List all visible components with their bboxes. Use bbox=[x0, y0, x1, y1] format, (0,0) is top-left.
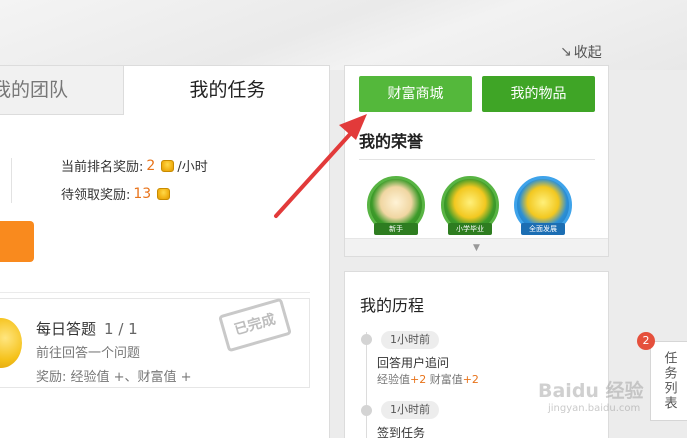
exp-label: 经验值 bbox=[377, 373, 410, 386]
watermark-url: jingyan.baidu.com bbox=[548, 403, 641, 414]
timeline-time: 1小时前 bbox=[381, 401, 439, 419]
history-title: 我的历程 bbox=[360, 296, 425, 315]
my-items-button[interactable]: 我的物品 bbox=[482, 76, 595, 112]
collapse-label: 收起 bbox=[573, 45, 602, 61]
timeline-action: 回答用户追问 bbox=[377, 356, 450, 370]
task-list-tab[interactable]: 任务列表 bbox=[650, 341, 687, 421]
pending-reward-row: 待领取奖励: 13 bbox=[61, 184, 173, 203]
pending-reward-label: 待领取奖励: bbox=[61, 188, 131, 203]
claim-reward-button[interactable] bbox=[0, 221, 34, 262]
tab-my-team-label: 我的团队 bbox=[0, 79, 69, 101]
coin-icon bbox=[157, 187, 171, 200]
wealth-value: +2 bbox=[462, 373, 479, 386]
daily-task-description[interactable]: 前往回答一个问题 bbox=[36, 342, 140, 361]
triangle-down-icon: ▼ bbox=[473, 243, 480, 253]
medal-ribbon: 小学毕业 bbox=[448, 223, 492, 235]
tab-my-team[interactable]: 我的团队 bbox=[0, 66, 124, 115]
rank-reward-row: 当前排名奖励: 2 /小时 bbox=[61, 156, 208, 176]
pending-reward-value: 13 bbox=[133, 185, 152, 202]
tab-my-tasks[interactable]: 我的任务 bbox=[125, 66, 329, 115]
wealth-mall-button[interactable]: 财富商城 bbox=[359, 76, 472, 112]
medal-ribbon: 新手 bbox=[374, 223, 418, 235]
daily-task-reward: 奖励: 经验值 +、财富值 + bbox=[36, 370, 192, 385]
rank-reward-value: 2 bbox=[146, 157, 156, 174]
timeline-dot bbox=[361, 334, 372, 345]
task-tabs: 我的团队 我的任务 bbox=[0, 66, 329, 115]
collapse-link[interactable]: ↘ 收起 bbox=[560, 42, 602, 62]
task-count-badge: 2 bbox=[637, 332, 655, 350]
honor-title: 我的荣誉 bbox=[359, 132, 424, 151]
timeline-time: 1小时前 bbox=[381, 331, 439, 349]
honor-divider bbox=[359, 159, 595, 160]
rank-reward-unit: /小时 bbox=[177, 160, 208, 175]
coin-icon bbox=[161, 159, 175, 172]
section-divider bbox=[0, 292, 310, 293]
exp-value: +2 bbox=[410, 373, 427, 386]
expand-honor-button[interactable]: ▼ bbox=[345, 238, 608, 256]
side-panel: 财富商城 我的物品 我的荣誉 新手 小学毕业 全面发展 ▼ bbox=[344, 65, 609, 257]
timeline-rewards: 经验值+2 财富值+2 bbox=[377, 371, 479, 387]
wealth-label: 财富值 bbox=[429, 373, 463, 386]
divider bbox=[11, 158, 12, 203]
medal-newbie-icon[interactable]: 新手 bbox=[367, 176, 425, 235]
timeline-line bbox=[366, 332, 367, 438]
timeline-dot bbox=[361, 405, 372, 416]
watermark-logo: Baidu 经验 bbox=[538, 380, 644, 402]
medal-all-round-icon[interactable]: 全面发展 bbox=[514, 176, 572, 235]
timeline-action: 签到任务 bbox=[377, 426, 426, 438]
daily-task-title: 每日答题 bbox=[36, 320, 97, 338]
medal-ribbon: 全面发展 bbox=[521, 223, 565, 235]
daily-task-progress: 1 / 1 bbox=[104, 320, 138, 338]
arrow-down-right-icon: ↘ bbox=[560, 44, 572, 60]
rank-reward-label: 当前排名奖励: bbox=[61, 160, 144, 175]
daily-task-title-row: 每日答题 1 / 1 bbox=[36, 318, 138, 339]
medal-primary-graduate-icon[interactable]: 小学毕业 bbox=[441, 176, 499, 235]
